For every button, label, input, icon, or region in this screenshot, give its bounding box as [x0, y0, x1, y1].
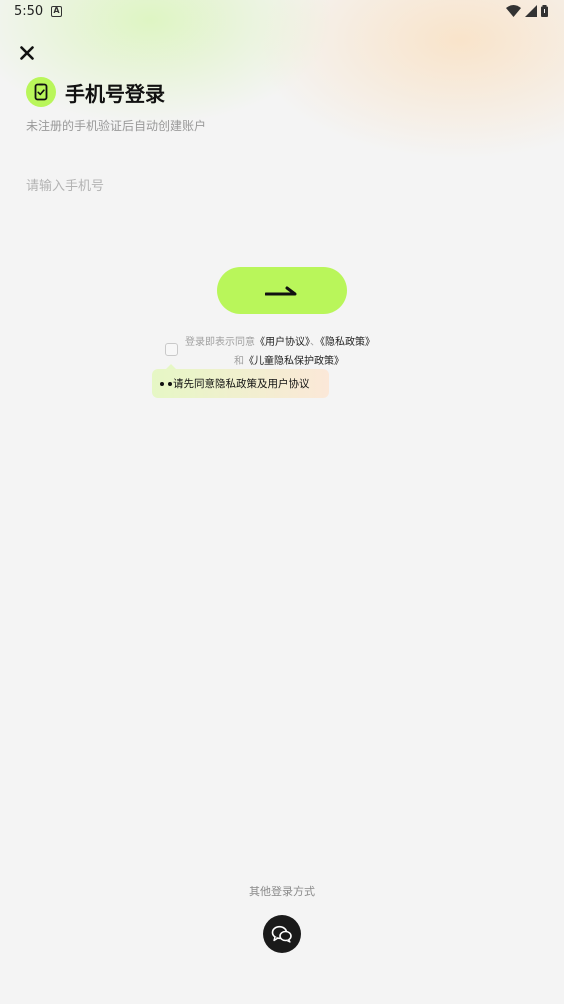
tooltip-arrow — [166, 364, 176, 369]
privacy-policy-link[interactable]: 《隐私政策》 — [320, 337, 375, 348]
next-button[interactable] — [217, 267, 347, 314]
close-icon — [20, 46, 34, 60]
other-login-label: 其他登录方式 — [249, 885, 315, 898]
a-icon: A — [51, 6, 62, 17]
wechat-login-button[interactable] — [263, 915, 301, 953]
phone-logo — [26, 77, 56, 107]
agreement-prefix: 登录即表示同意 — [185, 337, 255, 348]
status-time: 5:50 — [14, 4, 44, 19]
close-button[interactable] — [16, 42, 38, 64]
battery-icon — [541, 5, 548, 17]
agree-tooltip: 请先同意隐私政策及用户协议 — [152, 364, 329, 398]
user-agreement-link[interactable]: 《用户协议》 — [255, 337, 310, 348]
agree-checkbox[interactable] — [165, 343, 178, 356]
agreement-and: 和 — [234, 356, 244, 367]
phone-check-icon — [34, 83, 48, 101]
child-privacy-link[interactable]: 《儿童隐私保护政策》 — [244, 356, 344, 367]
tooltip-text: 请先同意隐私政策及用户协议 — [173, 378, 310, 390]
wechat-icon — [271, 925, 292, 943]
agreement-text-line2: 和《儿童隐私保护政策》 — [234, 352, 344, 367]
wifi-icon — [506, 5, 521, 17]
page-title: 手机号登录 — [65, 81, 165, 106]
page-subtitle: 未注册的手机验证后自动创建账户 — [26, 119, 207, 133]
eyes-icon — [160, 378, 172, 390]
agreement-text-line1: 登录即表示同意《用户协议》、《隐私政策》 — [185, 333, 375, 348]
agreement-separator: 、 — [310, 337, 320, 348]
arrow-right-icon — [265, 286, 297, 295]
signal-icon — [525, 5, 537, 17]
phone-input[interactable] — [26, 174, 526, 198]
title-row: 手机号登录 — [26, 77, 165, 107]
status-bar: 5:50 A — [0, 0, 564, 24]
status-icons — [506, 5, 548, 17]
